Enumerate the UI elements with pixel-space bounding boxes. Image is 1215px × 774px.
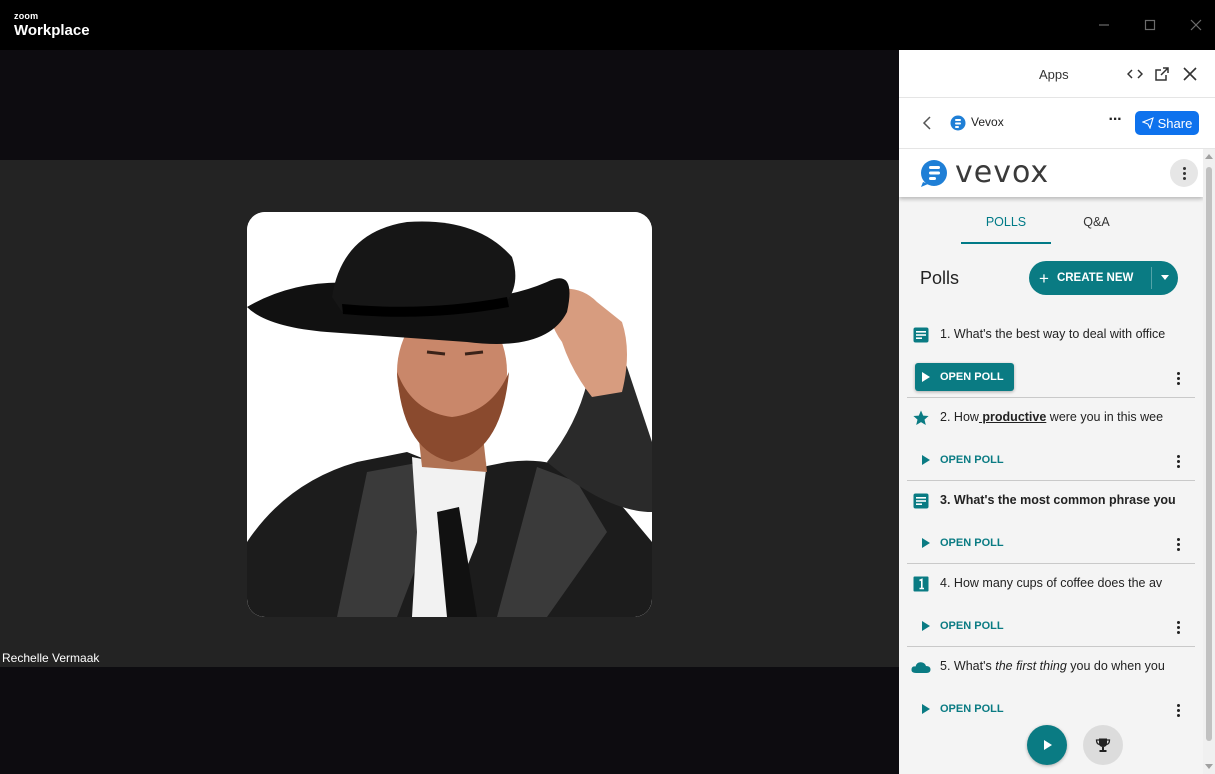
poll-item: 1. What's the best way to deal with offi… bbox=[907, 315, 1195, 398]
poll-item: 2. How productive were you in this wee O… bbox=[907, 398, 1195, 481]
title-bar: zoom Workplace bbox=[0, 0, 1215, 50]
word-cloud-icon bbox=[911, 662, 931, 673]
open-poll-label: OPEN POLL bbox=[940, 454, 1004, 466]
open-poll-button[interactable]: OPEN POLL bbox=[915, 529, 1014, 557]
poll-question[interactable]: 1. What's the best way to deal with offi… bbox=[940, 327, 1188, 341]
participant-name-label: Rechelle Vermaak bbox=[2, 651, 100, 665]
brand-big-text: Workplace bbox=[14, 22, 90, 39]
poll-item: 4. How many cups of coffee does the av O… bbox=[907, 564, 1195, 647]
vevox-header: vevox bbox=[899, 149, 1203, 197]
zoom-workplace-logo: zoom Workplace bbox=[14, 11, 90, 39]
share-button-label: Share bbox=[1157, 115, 1193, 131]
tab-qa[interactable]: Q&A bbox=[1059, 209, 1134, 244]
tab-polls[interactable]: POLLS bbox=[961, 209, 1051, 244]
vevox-logo: vevox bbox=[919, 158, 1049, 188]
app-name-label: Vevox bbox=[971, 115, 1004, 129]
dropdown-caret-icon[interactable] bbox=[1161, 275, 1169, 280]
scroll-up-icon[interactable] bbox=[1205, 154, 1213, 159]
create-new-label: CREATE NEW bbox=[1056, 272, 1134, 284]
present-play-button[interactable] bbox=[1027, 725, 1067, 765]
play-icon bbox=[922, 372, 930, 382]
scroll-down-icon[interactable] bbox=[1205, 764, 1213, 769]
open-poll-label: OPEN POLL bbox=[940, 371, 1004, 383]
participant-video-tile[interactable]: Rechelle Vermaak bbox=[0, 160, 899, 667]
poll-options-icon[interactable] bbox=[1175, 453, 1181, 469]
poll-question[interactable]: 2. How productive were you in this wee bbox=[940, 410, 1188, 424]
open-poll-label: OPEN POLL bbox=[940, 703, 1004, 715]
play-icon bbox=[922, 538, 930, 548]
video-area: Rechelle Vermaak bbox=[0, 50, 899, 774]
brand-small-text: zoom bbox=[14, 11, 39, 21]
leaderboard-button[interactable] bbox=[1083, 725, 1123, 765]
maximize-icon[interactable] bbox=[1138, 12, 1162, 38]
poll-question[interactable]: 3. What's the most common phrase you bbox=[940, 493, 1188, 507]
scroll-thumb[interactable] bbox=[1206, 167, 1212, 741]
cowboy-portrait-image bbox=[247, 212, 652, 617]
poll-item: 3. What's the most common phrase you OPE… bbox=[907, 481, 1195, 564]
open-poll-label: OPEN POLL bbox=[940, 620, 1004, 632]
poll-options-icon[interactable] bbox=[1175, 702, 1181, 718]
participant-avatar bbox=[247, 212, 652, 617]
minimize-icon[interactable] bbox=[1092, 12, 1116, 38]
text-poll-icon bbox=[913, 327, 929, 343]
open-poll-button[interactable]: OPEN POLL bbox=[915, 363, 1014, 391]
bottom-action-bar bbox=[899, 719, 1203, 774]
vevox-embedded-frame: vevox POLLS Q&A Polls + CREATE NEW 1. Wh… bbox=[899, 149, 1203, 774]
vevox-app-icon bbox=[949, 114, 967, 132]
more-options-icon[interactable]: ··· bbox=[1105, 111, 1125, 133]
open-poll-label: OPEN POLL bbox=[940, 537, 1004, 549]
zoom-workplace-window: zoom Workplace Rechelle Vermaak Apps Vev… bbox=[0, 0, 1215, 774]
close-window-icon[interactable] bbox=[1184, 12, 1208, 38]
send-icon bbox=[1141, 117, 1154, 129]
poll-options-icon[interactable] bbox=[1175, 370, 1181, 386]
code-toggle-icon[interactable] bbox=[1125, 64, 1145, 84]
vevox-menu-icon[interactable] bbox=[1170, 159, 1198, 187]
open-poll-button[interactable]: OPEN POLL bbox=[915, 612, 1014, 640]
poll-options-icon[interactable] bbox=[1175, 536, 1181, 552]
panel-header: Apps bbox=[899, 50, 1215, 98]
vevox-wordmark: vevox bbox=[955, 155, 1050, 190]
share-button[interactable]: Share bbox=[1135, 111, 1199, 135]
pop-out-icon[interactable] bbox=[1152, 64, 1172, 84]
poll-question[interactable]: 4. How many cups of coffee does the av bbox=[940, 576, 1188, 590]
play-icon bbox=[922, 621, 930, 631]
play-icon bbox=[922, 704, 930, 714]
apps-side-panel: Apps Vevox ··· Share vevox POLLS Q&A Pol… bbox=[899, 50, 1215, 774]
poll-question[interactable]: 5. What's the first thing you do when yo… bbox=[940, 659, 1188, 673]
vevox-tabs: POLLS Q&A bbox=[899, 209, 1203, 245]
play-icon bbox=[922, 455, 930, 465]
polls-heading: Polls bbox=[920, 268, 960, 288]
star-rating-icon bbox=[913, 410, 929, 425]
create-new-button[interactable]: + CREATE NEW bbox=[1029, 261, 1178, 295]
open-poll-button[interactable]: OPEN POLL bbox=[915, 446, 1014, 474]
vevox-logo-icon bbox=[921, 160, 947, 187]
panel-title: Apps bbox=[1039, 67, 1069, 82]
numeric-poll-icon bbox=[913, 576, 929, 592]
back-chevron-icon[interactable] bbox=[919, 114, 935, 132]
poll-options-icon[interactable] bbox=[1175, 619, 1181, 635]
panel-scrollbar[interactable] bbox=[1203, 149, 1215, 774]
poll-item: 5. What's the first thing you do when yo… bbox=[907, 647, 1195, 730]
plus-icon: + bbox=[1039, 268, 1049, 288]
text-poll-icon bbox=[913, 493, 929, 509]
app-navigation-row: Vevox ··· Share bbox=[899, 99, 1215, 149]
trophy-icon bbox=[1095, 738, 1111, 752]
close-panel-icon[interactable] bbox=[1180, 64, 1200, 84]
play-icon bbox=[1044, 740, 1052, 750]
